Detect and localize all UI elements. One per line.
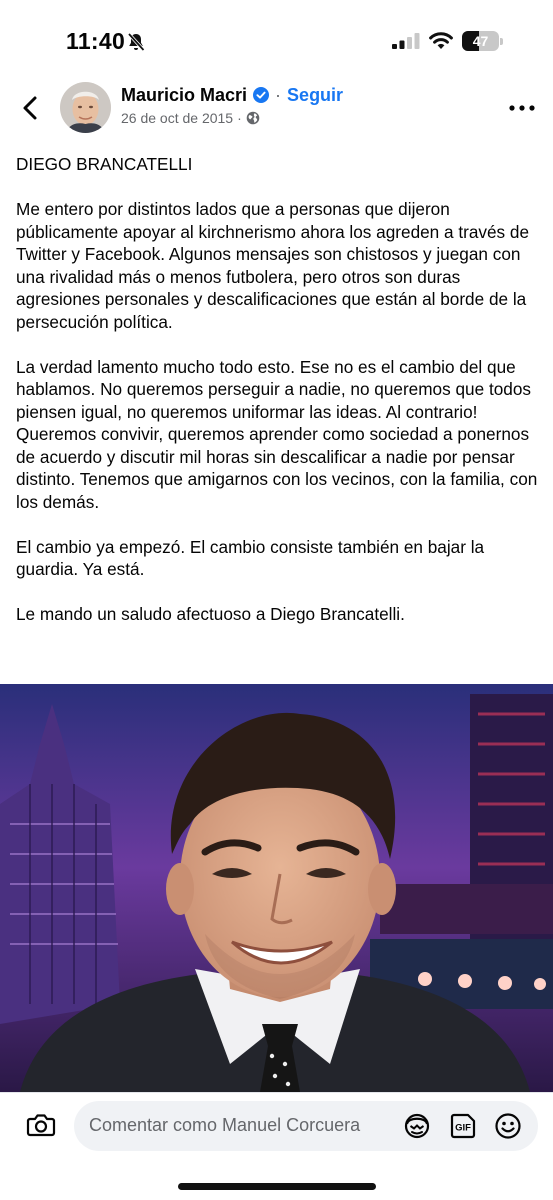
battery-icon: 47 [462,31,504,51]
status-bar: 11:40 47 [0,0,553,80]
post-paragraph: El cambio ya empezó. El cambio consiste … [16,536,485,580]
header-separator: · [275,84,282,105]
more-options-icon[interactable] [508,100,536,116]
meta-separator: · [237,110,242,126]
author-name[interactable]: Mauricio Macri [121,85,247,106]
avatar-sticker-icon[interactable] [402,1112,432,1140]
post-photo[interactable] [0,684,553,1092]
follow-button[interactable]: Seguir [287,85,343,106]
avatar[interactable] [60,82,111,133]
post-paragraph: Le mando un saludo afectuoso a Diego Bra… [16,604,405,624]
post-date[interactable]: 26 de oct de 2015 [121,110,233,126]
home-indicator [178,1183,376,1190]
svg-text:GIF: GIF [455,1123,471,1134]
post-paragraph: La verdad lamento mucho todo esto. Ese n… [16,356,538,512]
back-arrow-icon[interactable] [18,94,44,122]
bell-slash-icon [127,32,145,52]
post-title: DIEGO BRANCATELLI [16,154,193,174]
emoji-icon[interactable] [494,1112,522,1140]
post-paragraph: Me entero por distintos lados que a pers… [16,199,530,332]
comment-placeholder: Comentar como Manuel Corcuera [89,1115,361,1135]
wifi-icon [429,32,453,49]
post-text: DIEGO BRANCATELLI Me entero por distinto… [16,153,541,626]
cellular-signal-icon [392,33,420,49]
camera-icon[interactable] [26,1111,56,1139]
post-header: Mauricio Macri · Seguir 26 de oct de 201… [0,78,553,142]
globe-icon [246,111,260,125]
status-time: 11:40 [66,28,126,54]
battery-level: 47 [472,33,489,49]
gif-icon[interactable]: GIF [449,1112,477,1140]
comment-input[interactable]: Comentar como Manuel Corcuera GIF [74,1101,538,1151]
verified-badge-icon [253,87,270,103]
